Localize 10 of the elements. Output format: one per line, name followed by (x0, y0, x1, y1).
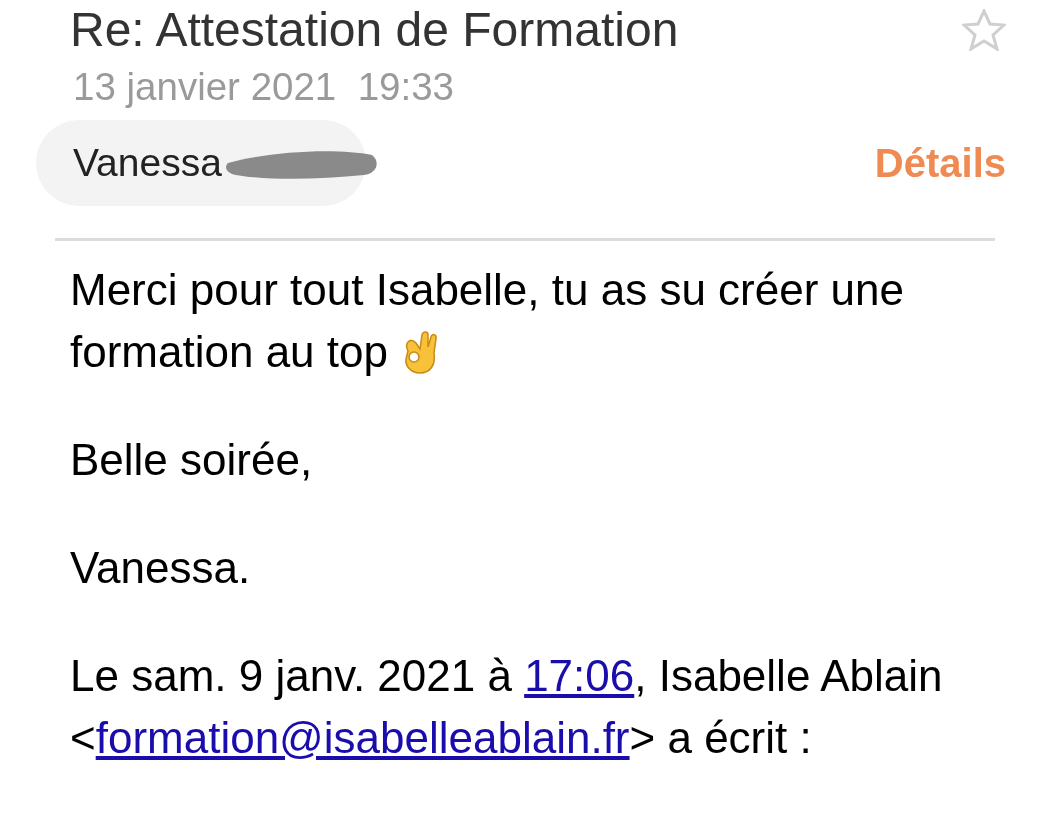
email-link[interactable]: formation@isabelleablain.fr (95, 713, 630, 762)
email-date: 13 janvier 2021 19:33 (73, 64, 455, 110)
email-subject: Re: Attestation de Formation (70, 2, 679, 58)
message-paragraph: Belle soirée, (70, 434, 314, 486)
message-paragraph: Vanessa. (70, 542, 252, 594)
sender-name: Vanessa (73, 139, 222, 186)
time-link[interactable]: 17:06 (524, 651, 635, 700)
quote-header: Le sam. 9 janv. 2021 à 17:06, Isabelle Ablain <formation@isabelleablain.fr> a écrit : (70, 650, 944, 764)
star-icon[interactable] (962, 9, 1006, 51)
message-paragraph: Merci pour tout Isabelle, tu as su créer une formation au top (70, 264, 905, 378)
